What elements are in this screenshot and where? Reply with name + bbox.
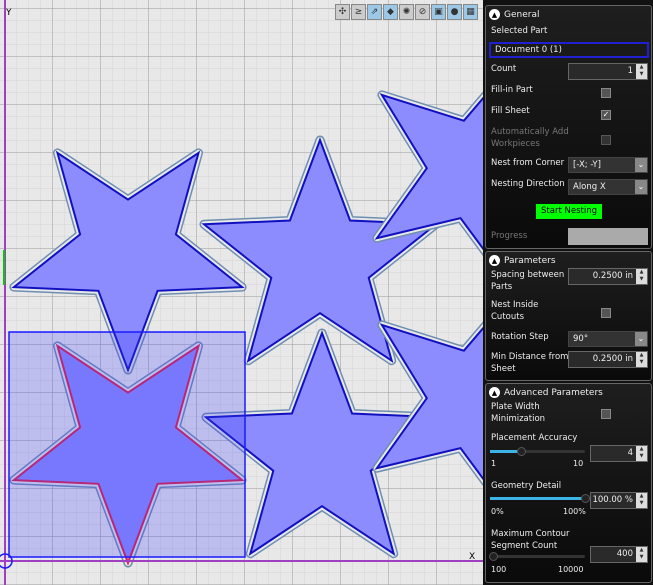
chevron-down-icon: ⌄ (635, 158, 647, 172)
spinner-icon[interactable]: ▲ ▼ (636, 64, 647, 79)
canvas-toolbar: ✣ ≥ ⇗ ◆ ✺ ⊘ ▣ ● ▦ (335, 4, 478, 20)
count-field[interactable]: 1 ▲ ▼ (568, 63, 648, 80)
slider-min: 0% (491, 507, 504, 516)
y-axis-label: Y (6, 8, 12, 18)
nest-corner-label: Nest from Corner (491, 158, 565, 168)
part-icon[interactable]: ✣ (335, 4, 350, 20)
gear-icon[interactable]: ✺ (399, 4, 414, 20)
fill-sheet-checkbox[interactable]: ✓ (601, 110, 611, 120)
properties-panel: ▲ General Selected Part Document 0 (1) Co… (483, 0, 653, 585)
advanced-section: ▲ Advanced Parameters Plate Width Minimiza… (485, 383, 652, 583)
auto-add-label: Automatically Add Workpieces (491, 127, 569, 149)
segments-slider[interactable] (488, 552, 585, 561)
align-icon[interactable]: ≥ (351, 4, 366, 20)
spinner-icon[interactable]: ▲ ▼ (636, 352, 647, 367)
nest-corner-select[interactable]: [-X; -Y] ⌄ (568, 157, 648, 173)
plate-width-checkbox[interactable] (601, 409, 611, 419)
count-label: Count (491, 64, 517, 74)
grid-icon[interactable]: ▦ (463, 4, 478, 20)
spinner-icon[interactable]: ▲ ▼ (636, 446, 647, 461)
min-distance-label: Min Distance from Sheet (491, 352, 569, 374)
progress-bar (568, 228, 648, 245)
slider-handle (488, 552, 498, 561)
nest-direction-label: Nesting Direction (491, 179, 565, 189)
section-title: Advanced Parameters (504, 387, 603, 398)
spacing-field[interactable]: 0.2500 in ▲ ▼ (568, 268, 648, 285)
min-distance-field[interactable]: 0.2500 in ▲ ▼ (568, 351, 648, 368)
spacing-label: Spacing between Parts (491, 270, 565, 292)
rotation-select[interactable]: 90° ⌄ (568, 331, 648, 347)
nest-inside-checkbox[interactable] (601, 308, 611, 318)
spinner-icon[interactable]: ▲ ▼ (636, 269, 647, 284)
geometry-slider[interactable] (490, 494, 590, 503)
shapes-icon[interactable]: ◆ (383, 4, 398, 20)
fill-in-checkbox[interactable] (601, 88, 611, 98)
general-section: ▲ General Selected Part Document 0 (1) Co… (485, 5, 652, 249)
segments-label: Maximum Contour Segment Count (491, 529, 570, 551)
x-axis-label: X (469, 552, 476, 562)
collapse-icon[interactable]: ▲ (489, 9, 500, 20)
resize-icon[interactable]: ⇗ (367, 4, 382, 20)
spinner-icon[interactable]: ▲ ▼ (636, 493, 647, 508)
selected-part-label: Selected Part (491, 26, 548, 36)
slider-handle (581, 494, 590, 503)
spinner-icon[interactable]: ▲ ▼ (636, 547, 647, 562)
select-icon[interactable]: ▣ (431, 4, 446, 20)
parameters-section: ▲ Parameters Spacing between Parts 0.2500 … (485, 251, 652, 381)
accuracy-slider[interactable] (490, 447, 585, 456)
chevron-down-icon: ⌄ (635, 180, 647, 194)
slider-max: 10 (573, 459, 584, 468)
canvas-drawing (0, 0, 483, 585)
point-icon[interactable]: ● (447, 4, 462, 20)
segments-field[interactable]: 400 ▲ ▼ (590, 546, 648, 563)
nest-inside-label: Nest Inside Cutouts (491, 300, 539, 322)
plate-width-label: Plate Width Minimization (491, 402, 546, 424)
auto-add-checkbox[interactable] (601, 135, 611, 145)
section-title: General (504, 9, 540, 20)
slider-min: 1 (491, 459, 497, 468)
collapse-icon[interactable]: ▲ (489, 255, 500, 266)
fill-in-label: Fill-in Part (491, 85, 533, 95)
nest-direction-select[interactable]: Along X ⌄ (568, 179, 648, 195)
geometry-field[interactable]: 100.00 % ▲ ▼ (590, 492, 648, 509)
geometry-label: Geometry Detail (491, 481, 562, 491)
start-nesting-button[interactable]: Start Nesting (536, 204, 602, 219)
chevron-down-icon: ⌄ (635, 332, 647, 346)
rotation-label: Rotation Step (491, 332, 549, 342)
slider-max: 100% (563, 507, 586, 516)
slider-handle (517, 447, 527, 456)
progress-label: Progress (491, 231, 528, 241)
slider-min: 100 (491, 565, 507, 574)
nesting-canvas[interactable]: Y X ✣ ≥ ⇗ ◆ ✺ ⊘ ▣ ● ▦ (0, 0, 483, 585)
link-icon[interactable]: ⊘ (415, 4, 430, 20)
section-title: Parameters (504, 255, 556, 266)
fill-sheet-label: Fill Sheet (491, 106, 530, 116)
collapse-icon[interactable]: ▲ (489, 387, 500, 398)
accuracy-label: Placement Accuracy (491, 433, 578, 443)
selected-sheet-region (8, 331, 246, 558)
selected-part-field[interactable]: Document 0 (1) (489, 42, 649, 58)
accuracy-field[interactable]: 4 ▲ ▼ (590, 445, 648, 462)
slider-max: 10000 (558, 565, 584, 574)
